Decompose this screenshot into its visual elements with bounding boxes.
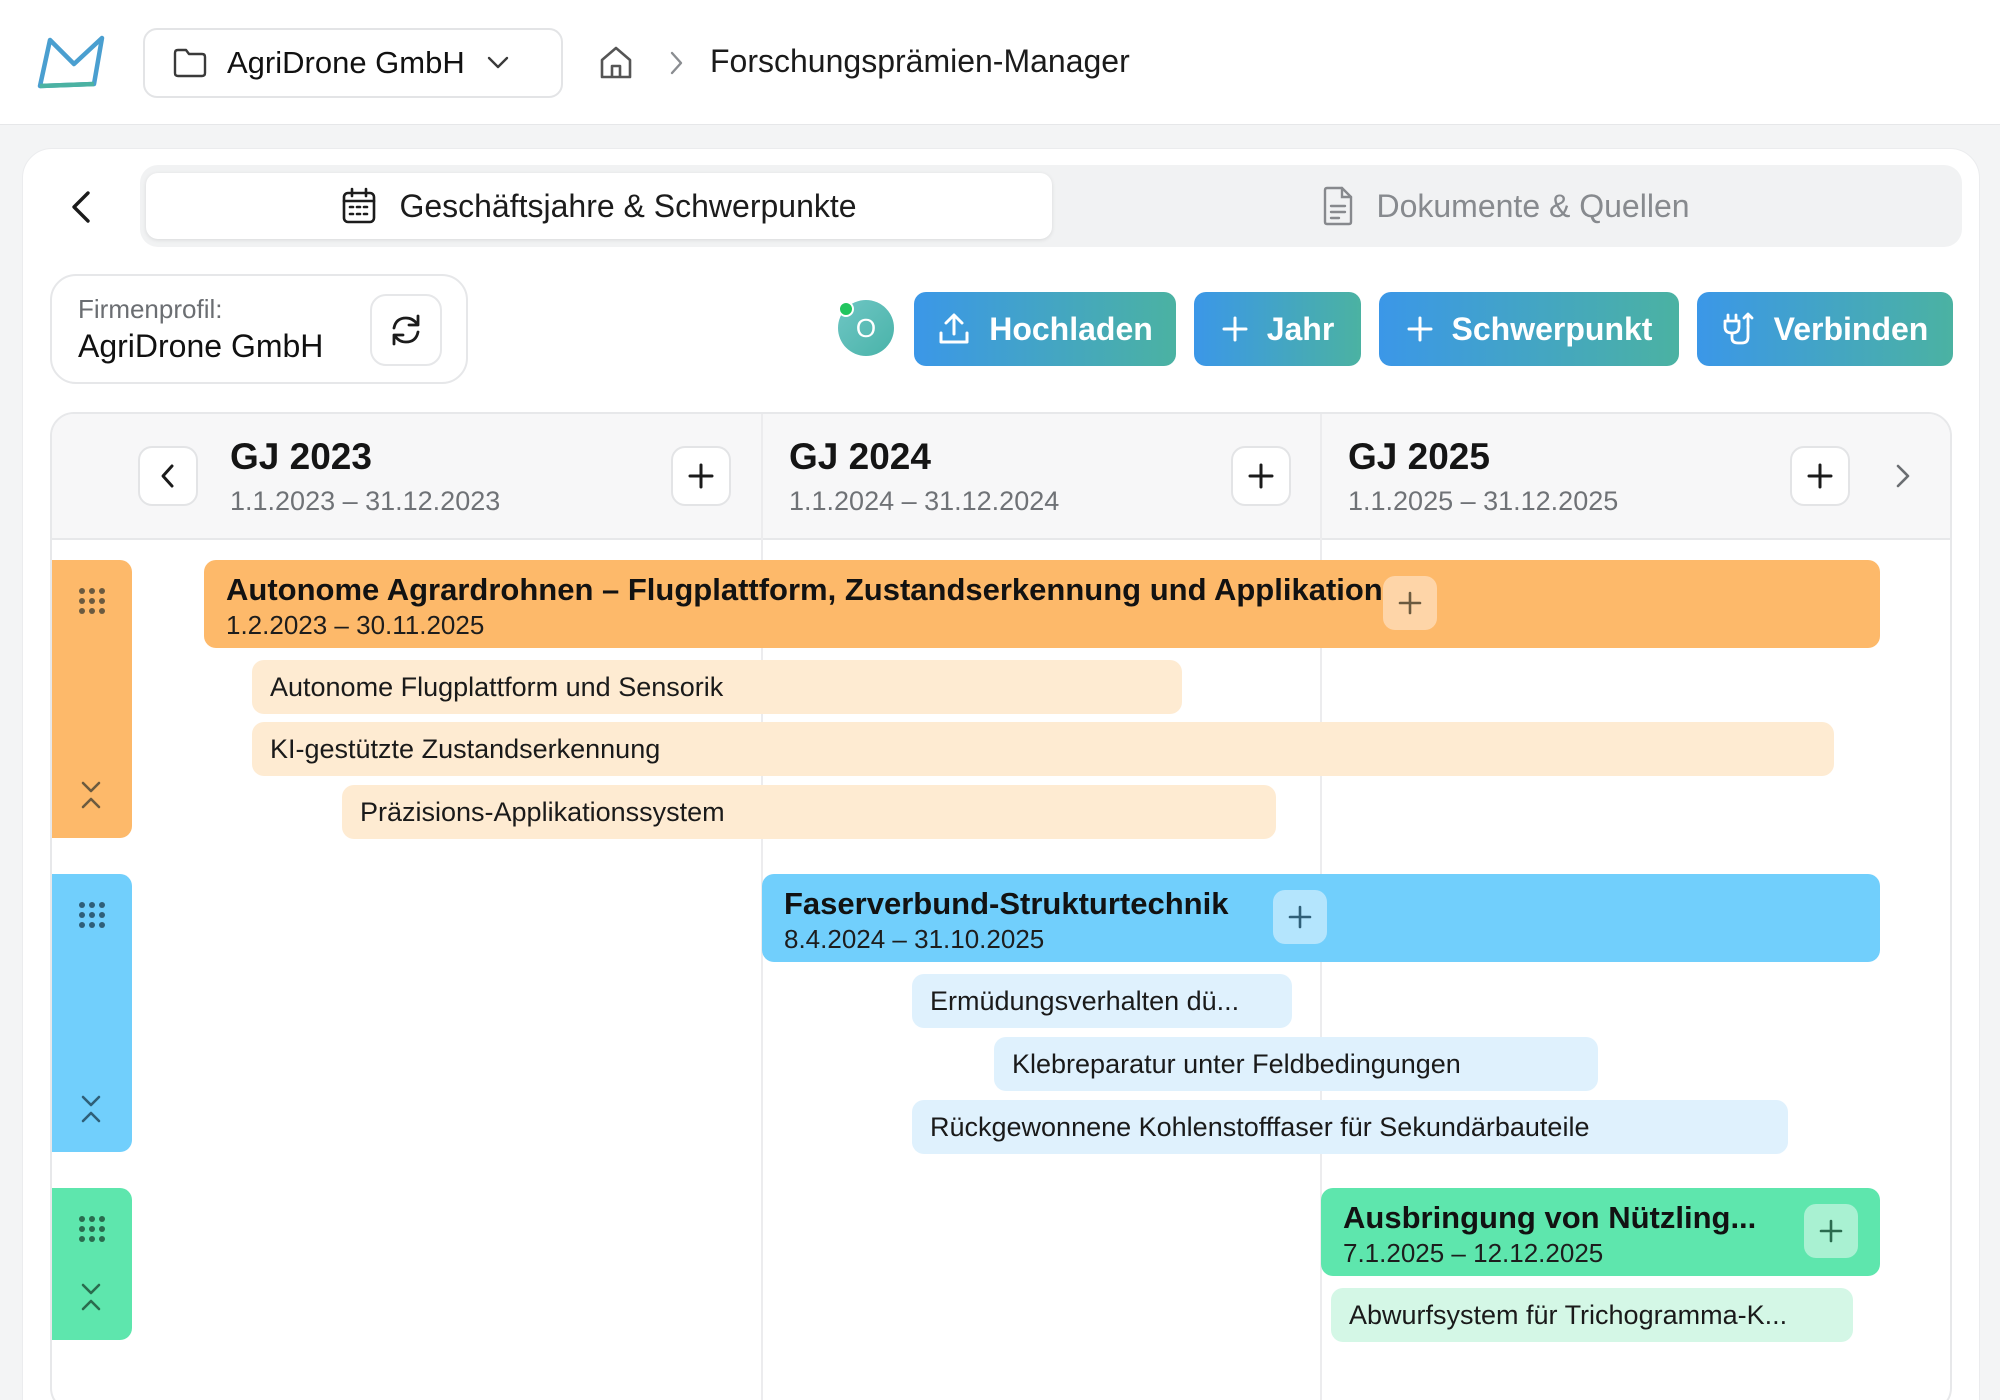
upload-button[interactable]: Hochladen [914, 292, 1176, 366]
app-logo[interactable] [36, 34, 108, 90]
breadcrumb-current-page: Forschungsprämien-Manager [710, 43, 1130, 79]
project-bar[interactable]: Ausbringung von Nützling... 7.1.2025 – 1… [1321, 1188, 1880, 1276]
refresh-icon [392, 314, 420, 346]
year-title: GJ 2024 [789, 436, 931, 477]
organization-selector[interactable]: AgriDrone GmbH [143, 28, 563, 98]
plus-icon [1407, 316, 1433, 342]
upload-icon [939, 313, 969, 344]
folder-icon [173, 48, 207, 78]
chevron-down-icon [487, 56, 508, 69]
tab-fiscal-years[interactable]: Geschäftsjahre & Schwerpunkte [146, 173, 1052, 239]
subproject-item[interactable]: Autonome Flugplattform und Sensorik [252, 660, 1182, 714]
connect-button-label: Verbinden [1773, 310, 1929, 347]
chevron-left-icon [161, 464, 174, 488]
subproject-item[interactable]: KI-gestützte Zustandserkennung [252, 722, 1834, 776]
company-profile-card: Firmenprofil: AgriDrone GmbH [50, 274, 468, 384]
calendar-icon [343, 187, 376, 224]
add-year-button-label: Jahr [1266, 310, 1335, 347]
organization-name: AgriDrone GmbH [227, 45, 465, 80]
tab-documents[interactable]: Dokumente & Quellen [1054, 173, 1958, 239]
project-dates: 8.4.2024 – 31.10.2025 [784, 924, 1045, 954]
collapse-icon[interactable] [80, 780, 102, 810]
document-icon [1324, 186, 1353, 226]
year-dates: 1.1.2023 – 31.12.2023 [230, 486, 501, 516]
home-icon[interactable] [597, 43, 635, 81]
plus-icon [1398, 591, 1422, 615]
profile-caption: Firmenprofil: [78, 294, 223, 324]
project-drag-handle[interactable] [52, 1188, 132, 1340]
plus-icon [1807, 463, 1833, 489]
subproject-item[interactable]: Präzisions-Applikationssystem [342, 785, 1276, 839]
tab-documents-label: Dokumente & Quellen [1376, 187, 1690, 224]
upload-button-label: Hochladen [989, 310, 1153, 347]
previous-year-button[interactable] [138, 446, 198, 506]
project-bar[interactable]: Autonome Agrardrohnen – Flugplattform, Z… [204, 560, 1880, 648]
add-subproject-button[interactable] [1273, 890, 1327, 944]
subproject-item[interactable]: Ermüdungsverhalten dü... [912, 974, 1292, 1028]
top-bar: AgriDrone GmbH Forschungsprämien-Manager [0, 0, 2000, 125]
add-to-year-button[interactable] [671, 446, 731, 506]
plus-icon [1819, 1219, 1843, 1243]
grip-dots-icon [79, 902, 105, 928]
project-title: Autonome Agrardrohnen – Flugplattform, Z… [226, 572, 1383, 607]
project-dates: 1.2.2023 – 30.11.2025 [226, 610, 485, 640]
add-year-button[interactable]: Jahr [1194, 292, 1361, 366]
project-title: Ausbringung von Nützling... [1343, 1200, 1757, 1235]
plus-icon [1288, 905, 1312, 929]
collapse-icon[interactable] [80, 1094, 102, 1124]
year-title: GJ 2025 [1348, 436, 1490, 477]
plug-icon [1723, 312, 1754, 345]
chevron-right-icon [670, 51, 683, 75]
subproject-item[interactable]: Klebreparatur unter Feldbedingungen [994, 1037, 1598, 1091]
grip-dots-icon [79, 1216, 105, 1242]
back-arrow-icon[interactable] [66, 189, 96, 225]
connect-button[interactable]: Verbinden [1697, 292, 1953, 366]
subproject-item[interactable]: Abwurfsystem für Trichogramma-K... [1331, 1288, 1853, 1342]
year-dates: 1.1.2024 – 31.12.2024 [789, 486, 1060, 516]
year-title: GJ 2023 [230, 436, 372, 477]
plus-icon [1222, 316, 1248, 342]
project-drag-handle[interactable] [52, 560, 132, 838]
add-focus-button[interactable]: Schwerpunkt [1379, 292, 1679, 366]
add-to-year-button[interactable] [1790, 446, 1850, 506]
project-title: Faserverbund-Strukturtechnik [784, 886, 1229, 921]
project-drag-handle[interactable] [52, 874, 132, 1152]
year-dates: 1.1.2025 – 31.12.2025 [1348, 486, 1619, 516]
add-subproject-button[interactable] [1383, 576, 1437, 630]
tab-fiscal-years-label: Geschäftsjahre & Schwerpunkte [399, 187, 857, 224]
add-subproject-button[interactable] [1804, 1204, 1858, 1258]
tab-bar: Geschäftsjahre & Schwerpunkte Dokumente … [140, 165, 1962, 247]
online-status-dot [838, 301, 854, 317]
profile-company-name: AgriDrone GmbH [78, 328, 324, 364]
add-to-year-button[interactable] [1231, 446, 1291, 506]
project-bar[interactable]: Faserverbund-Strukturtechnik 8.4.2024 – … [762, 874, 1880, 962]
grip-dots-icon [79, 588, 105, 614]
add-focus-button-label: Schwerpunkt [1451, 310, 1653, 347]
next-year-button[interactable] [1888, 458, 1918, 494]
plus-icon [1248, 463, 1274, 489]
collapse-icon[interactable] [80, 1282, 102, 1312]
timeline-grid: GJ 2023 1.1.2023 – 31.12.2023 GJ 2024 1.… [50, 412, 1952, 1400]
plus-icon [688, 463, 714, 489]
project-dates: 7.1.2025 – 12.12.2025 [1343, 1238, 1604, 1268]
refresh-profile-button[interactable] [370, 294, 442, 366]
subproject-item[interactable]: Rückgewonnene Kohlenstofffaser für Sekun… [912, 1100, 1788, 1154]
